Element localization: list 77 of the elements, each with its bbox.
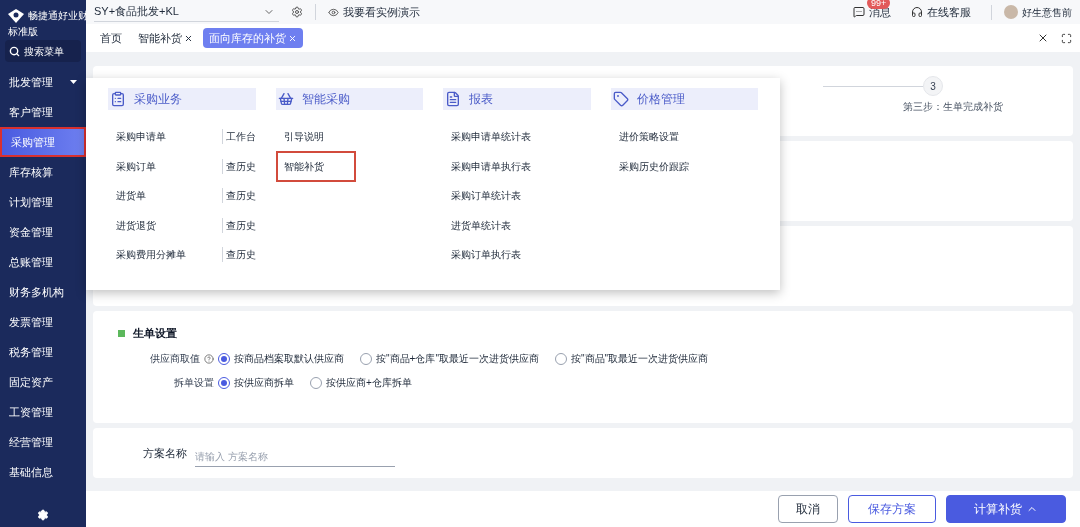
avatar xyxy=(1004,5,1018,19)
menu-item[interactable]: 采购申请单 xyxy=(116,129,166,145)
fullscreen-icon[interactable] xyxy=(1061,32,1072,44)
menu-side-link[interactable]: 查历史 xyxy=(221,158,256,174)
tab[interactable]: 面向库存的补货 xyxy=(203,28,303,48)
menu-group-header: 价格管理 xyxy=(610,88,758,110)
app-name: 畅捷通好业财 xyxy=(28,9,88,23)
search-icon xyxy=(9,45,20,57)
sidebar-item[interactable]: 基础信息 xyxy=(0,457,86,487)
step-label: 第三步：生单完成补货 xyxy=(903,100,1003,114)
sidebar-item[interactable]: 固定资产 xyxy=(0,367,86,397)
chat-icon xyxy=(853,6,865,18)
message-count-badge: 99+ xyxy=(867,0,891,9)
menu-side-link[interactable]: 查历史 xyxy=(221,247,256,263)
sidebar-item[interactable]: 客户管理 xyxy=(0,97,86,127)
menu-item[interactable]: 进货退货 xyxy=(116,217,156,233)
menu-item[interactable]: 进价策略设置 xyxy=(618,129,679,145)
radio-label[interactable]: 按供应商拆单 xyxy=(234,375,294,390)
menu-item[interactable]: 采购订单 xyxy=(116,158,156,174)
menu-side-link[interactable]: 查历史 xyxy=(221,217,256,233)
menu-item[interactable]: 采购订单统计表 xyxy=(451,188,521,204)
radio-label[interactable]: 按"商品"取最近一次进货供应商 xyxy=(570,351,709,366)
menu-group-header: 智能采购 xyxy=(275,88,423,110)
action-button[interactable]: 计算补货 xyxy=(946,495,1066,523)
account-select[interactable]: SY+食品批发+KL xyxy=(94,2,279,22)
sidebar-item[interactable]: 工资管理 xyxy=(0,397,86,427)
menu-item[interactable]: 进货单统计表 xyxy=(451,217,511,233)
action-button[interactable]: 保存方案 xyxy=(848,495,936,523)
menu-item[interactable]: 采购订单执行表 xyxy=(451,247,521,263)
user-menu[interactable]: 好生意售前 xyxy=(991,4,1072,20)
sidebar-item[interactable]: 库存核算 xyxy=(0,157,86,187)
section-title: 生单设置 xyxy=(133,326,177,341)
sidebar-item[interactable]: 计划管理 xyxy=(0,187,86,217)
sidebar-item[interactable]: 资金管理 xyxy=(0,217,86,247)
field-label: 方案名称 xyxy=(143,445,187,461)
sidebar-item[interactable]: 总账管理 xyxy=(0,247,86,277)
menu-group-header: 采购业务 xyxy=(108,88,256,110)
tab[interactable]: 智能补货 xyxy=(132,28,199,48)
radio-label[interactable]: 按供应商+仓库拆单 xyxy=(326,375,412,390)
menu-item[interactable]: 采购申请单执行表 xyxy=(451,158,531,174)
field-label: 供应商取值 xyxy=(150,352,200,366)
field-label: 拆单设置 xyxy=(174,376,214,390)
eye-icon xyxy=(328,6,339,18)
close-icon[interactable] xyxy=(184,33,193,43)
sidebar-item[interactable]: 经营管理 xyxy=(0,427,86,457)
menu-group-icon xyxy=(445,91,461,107)
sidebar-item[interactable]: 财务多机构 xyxy=(0,277,86,307)
close-icon[interactable] xyxy=(1037,32,1049,44)
menu-item[interactable]: 采购费用分摊单 xyxy=(116,247,186,263)
sidebar-item[interactable]: 采购管理 xyxy=(0,127,86,157)
menu-group-icon xyxy=(110,91,126,107)
section-marker-icon xyxy=(118,329,125,337)
radio-label[interactable]: 按"商品+仓库"取最近一次进货供应商 xyxy=(376,351,539,366)
sidebar-item[interactable]: 批发管理 xyxy=(0,67,86,97)
menu-item[interactable]: 引导说明 xyxy=(283,129,324,145)
menu-item[interactable]: 采购历史价跟踪 xyxy=(618,158,689,174)
menu-group-icon xyxy=(277,91,294,107)
menu-side-link[interactable]: 查历史 xyxy=(221,188,256,204)
support-link[interactable]: 在线客服 xyxy=(911,3,971,21)
demo-link[interactable]: 我要看实例演示 xyxy=(328,3,420,21)
radio-label[interactable]: 按商品档案取默认供应商 xyxy=(234,351,344,366)
sidebar-item[interactable]: 税务管理 xyxy=(0,337,86,367)
menu-item[interactable]: 采购申请单统计表 xyxy=(451,129,531,145)
step-number: 3 xyxy=(923,76,943,96)
logo-icon xyxy=(8,8,24,23)
edition-label: 标准版 xyxy=(8,25,39,39)
headset-icon xyxy=(911,6,923,18)
action-button[interactable]: 取消 xyxy=(778,495,838,523)
menu-group-header: 报表 xyxy=(443,88,591,110)
tab[interactable]: 首页 xyxy=(94,28,128,48)
menu-item[interactable]: 智能补货 xyxy=(275,150,356,182)
menu-side-link[interactable]: 工作台 xyxy=(221,129,256,145)
sidebar-item[interactable]: 发票管理 xyxy=(0,307,86,337)
menu-group-icon xyxy=(612,91,629,107)
plan-name-field[interactable]: 请输入 方案名称 xyxy=(195,447,395,467)
menu-item[interactable]: 进货单 xyxy=(116,188,146,204)
search-menu-button[interactable]: 搜索菜单 xyxy=(5,40,81,62)
